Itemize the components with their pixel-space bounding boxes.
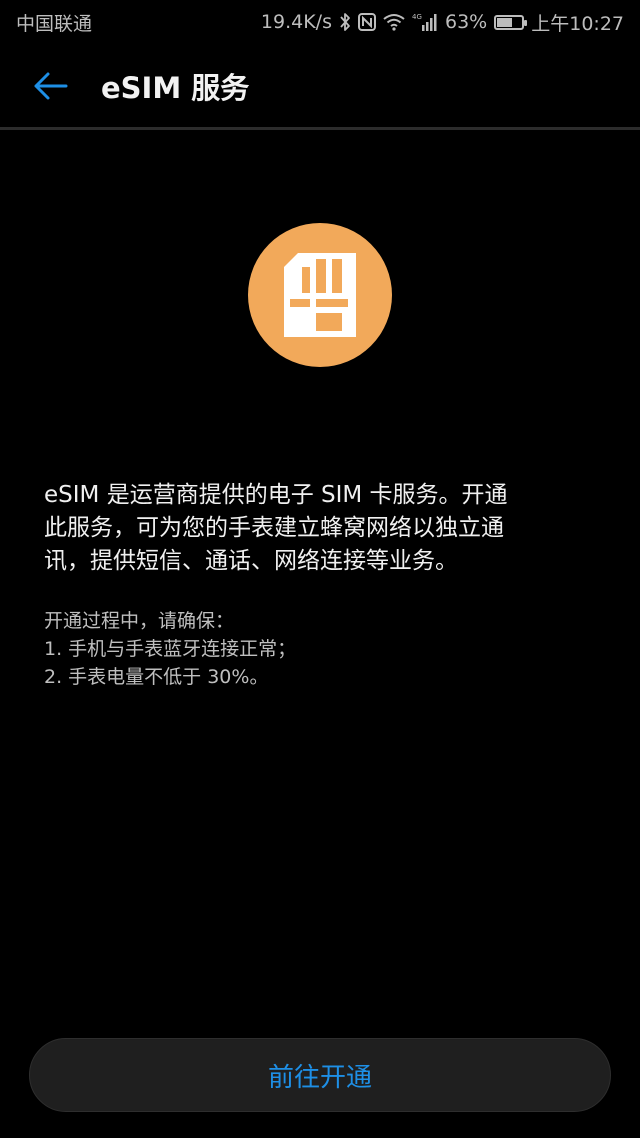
esim-description: eSIM 是运营商提供的电子 SIM 卡服务。开通 此服务，可为您的手表建立蜂窝… <box>44 482 508 574</box>
battery-icon <box>494 14 528 30</box>
app-bar: eSIM 服务 <box>0 44 640 130</box>
battery-level-fill <box>497 17 513 27</box>
sim-card-icon <box>284 253 356 337</box>
cellular-signal-icon: 4G <box>412 12 438 32</box>
back-button[interactable] <box>25 61 75 111</box>
carrier-name: 中国联通 <box>16 12 93 35</box>
battery-percent: 63% <box>445 11 488 33</box>
bluetooth-icon <box>339 12 351 32</box>
page-title: eSIM 服务 <box>101 70 250 105</box>
back-arrow-icon <box>34 72 68 99</box>
network-speed: 19.4K/s <box>260 11 332 33</box>
status-indicators: 19.4K/s 4G 63% 上午10:27 <box>261 9 624 36</box>
activation-requirements: 开通过程中，请确保： 1. 手机与手表蓝牙连接正常； 2. 手表电量不低于 30… <box>44 610 297 688</box>
nfc-icon <box>358 13 376 31</box>
esim-logo <box>248 223 392 367</box>
activate-button[interactable]: 前往开通 <box>29 1038 611 1112</box>
status-bar: 中国联通 19.4K/s 4G 63% 上午10:27 <box>0 0 640 44</box>
clock: 上午10:27 <box>531 12 624 35</box>
esim-service-screen: 中国联通 19.4K/s 4G 63% 上午10:27 eSIM 服务 eSIM… <box>0 0 640 1138</box>
network-type-label: 4G <box>412 13 422 21</box>
wifi-icon <box>383 13 405 31</box>
